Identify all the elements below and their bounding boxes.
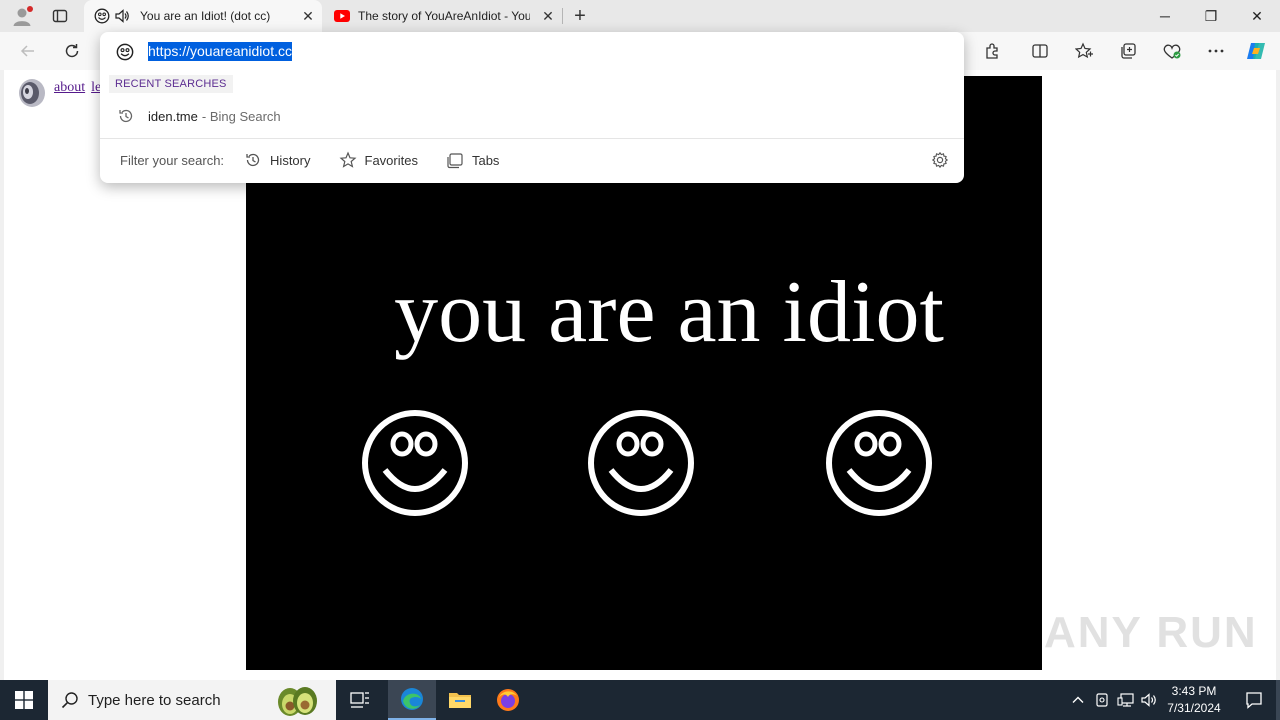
filter-label: Filter your search: <box>120 152 225 168</box>
smiley-icon <box>362 410 468 516</box>
star-icon <box>339 151 357 169</box>
edge-taskbar-icon[interactable] <box>388 680 436 720</box>
chevron-up-icon[interactable] <box>1068 690 1088 710</box>
filter-favorites-label: Favorites <box>364 152 418 168</box>
split-screen-icon[interactable] <box>1028 39 1052 63</box>
youtube-icon <box>334 8 350 24</box>
taskbar: Type here to search 3:43 PM 7/31/2024 <box>0 680 1280 720</box>
gear-icon[interactable] <box>930 150 950 170</box>
new-tab-button[interactable]: + <box>568 4 592 28</box>
minimize-button[interactable]: ─ <box>1142 0 1188 32</box>
recent-search-text: iden.tme <box>148 108 198 124</box>
close-window-button[interactable]: ✕ <box>1234 0 1280 32</box>
tab-close-button[interactable]: ✕ <box>300 8 316 24</box>
filter-row: Filter your search: History Favorites Ta… <box>100 146 964 174</box>
restore-button[interactable]: ❐ <box>1188 0 1234 32</box>
filter-history-label: History <box>270 152 311 168</box>
tab-youareanidiot[interactable]: You are an Idiot! (dot cc) ✕ <box>84 0 322 32</box>
more-menu-icon[interactable] <box>1204 39 1228 63</box>
divider <box>100 138 964 139</box>
notification-icon[interactable] <box>1234 680 1274 720</box>
history-icon <box>244 151 262 169</box>
favorites-icon[interactable] <box>1072 39 1096 63</box>
task-view-icon[interactable] <box>336 680 384 720</box>
show-desktop-button[interactable] <box>1276 680 1280 720</box>
volume-icon[interactable] <box>1140 690 1160 710</box>
search-placeholder: Type here to search <box>88 691 221 709</box>
tabs-icon <box>446 151 464 169</box>
headline: you are an idiot <box>394 264 944 361</box>
device-icon[interactable] <box>1092 690 1112 710</box>
refresh-icon[interactable] <box>60 39 84 63</box>
recent-searches-label: RECENT SEARCHES <box>109 75 233 93</box>
tab-title: You are an Idiot! (dot cc) <box>140 9 271 23</box>
anyrun-watermark: ANY RUN <box>1044 608 1258 657</box>
filter-tabs-button[interactable]: Tabs <box>446 151 499 169</box>
avocado-icon <box>278 687 317 716</box>
start-button[interactable] <box>0 680 48 720</box>
recent-search-item[interactable]: iden.tme - Bing Search <box>100 102 964 130</box>
tab-close-button[interactable]: ✕ <box>540 8 556 24</box>
copilot-icon[interactable] <box>1244 39 1268 63</box>
tab-youtube[interactable]: The story of YouAreAnIdiot - You ✕ <box>324 0 562 32</box>
address-dropdown: https://youareanidiot.cc RECENT SEARCHES… <box>100 32 964 183</box>
tab-strip: You are an Idiot! (dot cc) ✕ The story o… <box>0 0 1280 32</box>
history-icon <box>116 106 136 126</box>
speaker-icon[interactable] <box>14 76 48 110</box>
collections-icon[interactable] <box>1116 39 1140 63</box>
clock-date: 7/31/2024 <box>1167 701 1221 715</box>
filter-history-button[interactable]: History <box>244 151 311 169</box>
tab-title: The story of YouAreAnIdiot - You <box>358 9 530 23</box>
smiley-icon <box>588 410 694 516</box>
smiley-icon <box>94 8 110 24</box>
filter-tabs-label: Tabs <box>471 152 500 168</box>
network-icon[interactable] <box>1116 690 1136 710</box>
taskbar-search[interactable]: Type here to search <box>48 680 336 720</box>
address-input[interactable]: https://youareanidiot.cc <box>148 42 292 61</box>
smiley-icon <box>114 41 136 63</box>
firefox-icon[interactable] <box>484 680 532 720</box>
system-clock[interactable]: 3:43 PM 7/31/2024 <box>1160 683 1228 717</box>
profile-icon[interactable] <box>10 4 34 28</box>
about-link[interactable]: about <box>54 80 85 95</box>
search-icon <box>60 690 80 710</box>
tab-separator <box>562 8 563 24</box>
windows-icon <box>15 691 33 709</box>
clock-time: 3:43 PM <box>1171 684 1217 698</box>
smiley-icon <box>826 410 932 516</box>
browser-essentials-icon[interactable] <box>1160 39 1184 63</box>
speaker-icon[interactable] <box>114 8 130 24</box>
tab-actions-icon[interactable] <box>48 4 72 28</box>
extensions-icon[interactable] <box>980 39 1004 63</box>
filter-favorites-button[interactable]: Favorites <box>339 151 418 169</box>
back-icon[interactable] <box>16 39 40 63</box>
file-explorer-icon[interactable] <box>436 680 484 720</box>
recent-search-source: - Bing Search <box>201 108 281 124</box>
